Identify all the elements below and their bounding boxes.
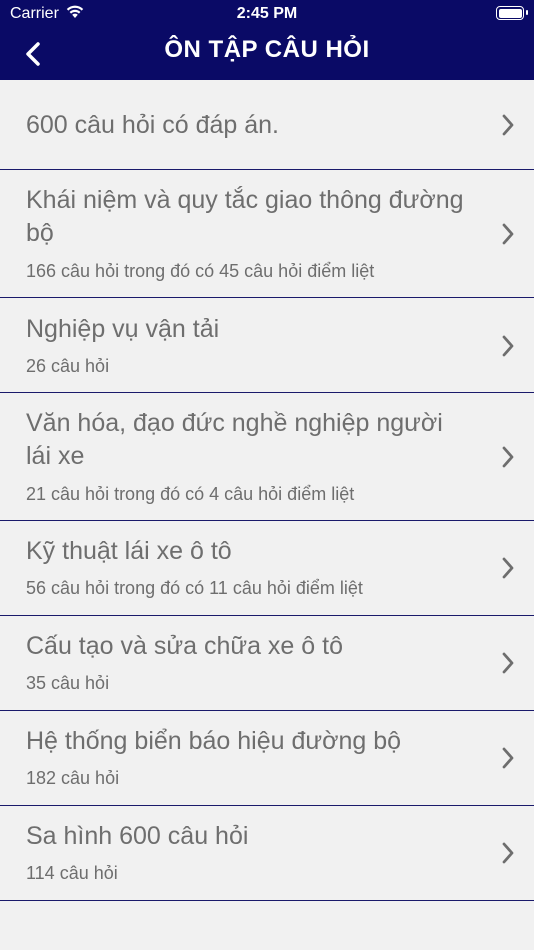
list-item-title: Sa hình 600 câu hỏi xyxy=(26,822,249,850)
list-item-title: Khái niệm và quy tắc giao thông đường bộ xyxy=(26,186,464,247)
list-item-subtitle: 35 câu hỏi xyxy=(26,673,110,693)
list-item[interactable]: Kỹ thuật lái xe ô tô 56 câu hỏi trong đó… xyxy=(0,521,534,616)
list-item-subtitle: 26 câu hỏi xyxy=(26,356,110,376)
list-item-title: Nghiệp vụ vận tải xyxy=(26,315,220,343)
chevron-right-icon xyxy=(502,335,514,357)
list-item-subtitle: 182 câu hỏi xyxy=(26,768,120,788)
chevron-right-icon xyxy=(502,747,514,769)
chevron-right-icon xyxy=(502,652,514,674)
chevron-right-icon xyxy=(502,557,514,579)
list-item[interactable]: Khái niệm và quy tắc giao thông đường bộ… xyxy=(0,170,534,298)
page-title: ÔN TẬP CÂU HỎI xyxy=(164,36,370,63)
list-item[interactable]: Hệ thống biển báo hiệu đường bộ 182 câu … xyxy=(0,711,534,806)
list-item-subtitle: 56 câu hỏi trong đó có 11 câu hỏi điểm l… xyxy=(26,578,363,598)
battery-icon xyxy=(496,6,528,20)
chevron-right-icon xyxy=(502,223,514,245)
list-item-title: Kỹ thuật lái xe ô tô xyxy=(26,537,232,565)
chevron-right-icon xyxy=(502,114,514,136)
list-item-subtitle: 114 câu hỏi xyxy=(26,863,118,883)
list-item[interactable]: Nghiệp vụ vận tải 26 câu hỏi xyxy=(0,298,534,393)
clock: 2:45 PM xyxy=(236,5,298,22)
header: Carrier 2:45 PM ÔN TẬP CÂU HỎI xyxy=(0,0,534,80)
chevron-right-icon xyxy=(502,446,514,468)
list-item[interactable]: Cấu tạo và sửa chữa xe ô tô 35 câu hỏi xyxy=(0,616,534,711)
list-item-subtitle: 166 câu hỏi trong đó có 45 câu hỏi điểm … xyxy=(26,261,375,281)
list-item-title: Cấu tạo và sửa chữa xe ô tô xyxy=(26,632,343,660)
chevron-right-icon xyxy=(502,842,514,864)
list-item[interactable]: Văn hóa, đạo đức nghề nghiệp người lái x… xyxy=(0,393,534,521)
category-list: 600 câu hỏi có đáp án. Khái niệm và quy … xyxy=(0,80,534,901)
list-item-subtitle: 21 câu hỏi trong đó có 4 câu hỏi điểm li… xyxy=(26,484,355,504)
list-item[interactable]: 600 câu hỏi có đáp án. xyxy=(0,80,534,170)
list-item-title: Văn hóa, đạo đức nghề nghiệp người lái x… xyxy=(26,409,443,470)
nav-bar: ÔN TẬP CÂU HỎI xyxy=(0,28,534,80)
list-item[interactable]: Sa hình 600 câu hỏi 114 câu hỏi xyxy=(0,806,534,901)
status-bar: Carrier 2:45 PM xyxy=(0,0,534,28)
list-item-title: 600 câu hỏi có đáp án. xyxy=(26,111,279,139)
list-item-title: Hệ thống biển báo hiệu đường bộ xyxy=(26,727,402,755)
